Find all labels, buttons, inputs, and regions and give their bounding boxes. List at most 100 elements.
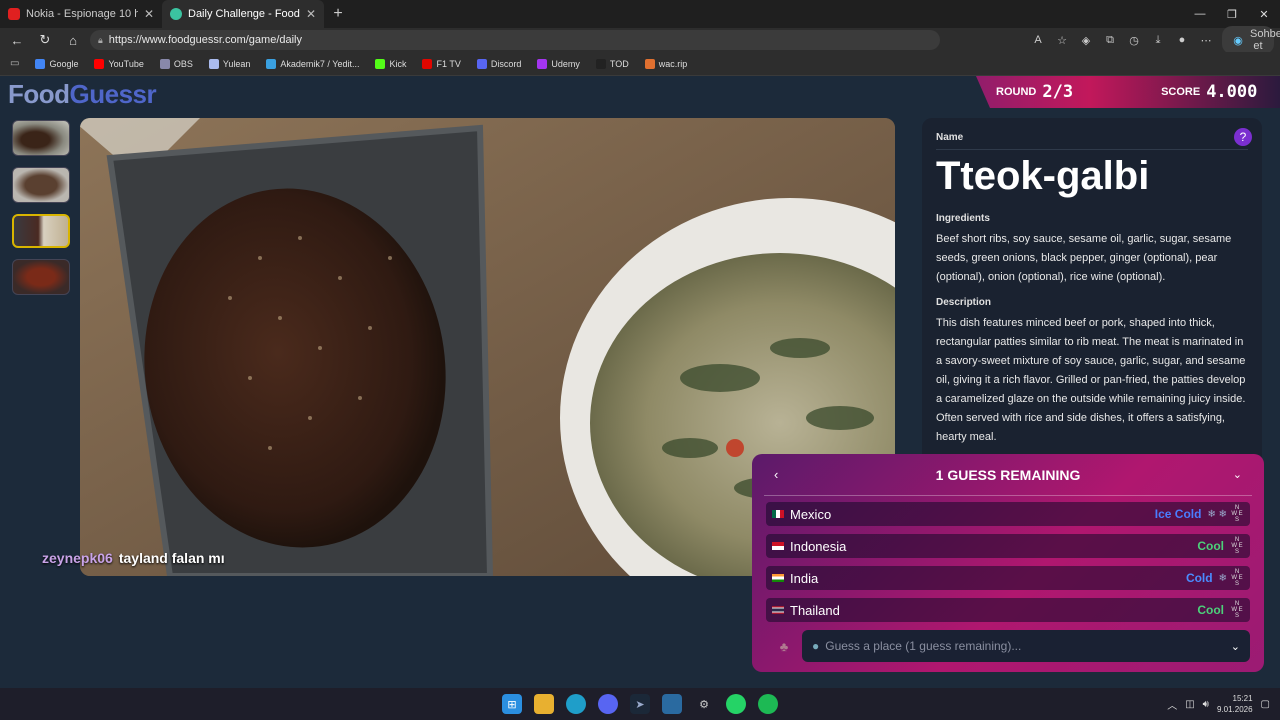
dish-info-panel: ? Name Tteok-galbi Ingredients Beef shor… bbox=[922, 118, 1262, 478]
bookmark-label: OBS bbox=[173, 58, 193, 69]
whatsapp-icon[interactable] bbox=[726, 694, 746, 714]
bookmark-item[interactable]: Kick bbox=[369, 54, 412, 74]
guess-panel: ‹ 1 GUESS REMAINING ⌄ Mexico Ice Cold ❄ … bbox=[752, 454, 1264, 672]
extension-icon[interactable]: ◈ bbox=[1078, 34, 1094, 47]
compass-icon: NW ES bbox=[1231, 569, 1243, 587]
foodguessr-logo[interactable]: FoodGuessr bbox=[8, 79, 157, 110]
profile-avatar[interactable]: ● bbox=[1174, 34, 1190, 46]
url-bar[interactable]: 🔒︎ https://www.foodguessr.com/game/daily bbox=[90, 30, 940, 50]
score-value: 4.000 bbox=[1206, 82, 1258, 102]
settings-icon[interactable]: ⚙ bbox=[694, 694, 714, 714]
name-heading: Name bbox=[936, 132, 964, 143]
restore-icon[interactable]: ❐ bbox=[1216, 0, 1248, 28]
bookmark-label: Kick bbox=[389, 58, 407, 69]
guess-row: India Cold ❄ NW ES bbox=[766, 566, 1250, 590]
bookmark-label: F1 TV bbox=[436, 58, 461, 69]
bookmark-item[interactable]: YouTube bbox=[88, 54, 149, 74]
tab-foodguessr[interactable]: Daily Challenge - FoodGuessr | Food ✕ bbox=[162, 0, 324, 28]
bookmark-item[interactable]: Google bbox=[29, 54, 84, 74]
bookmark-item[interactable]: Discord bbox=[471, 54, 528, 74]
copilot-icon: ◉ bbox=[1233, 34, 1243, 47]
guess-country: Mexico bbox=[790, 506, 832, 522]
guess-country: Indonesia bbox=[790, 538, 847, 554]
chevron-left-icon[interactable]: ‹ bbox=[774, 467, 778, 482]
clock[interactable]: 15:21 9.01.2026 bbox=[1217, 693, 1253, 715]
compass-icon: NW ES bbox=[1231, 601, 1243, 619]
guesses-remaining: 1 GUESS REMAINING bbox=[935, 466, 1081, 483]
edge-icon[interactable] bbox=[566, 694, 586, 714]
thumbnail-3-selected[interactable] bbox=[12, 214, 70, 248]
close-tab-icon[interactable]: ✕ bbox=[144, 7, 154, 21]
bookmark-item[interactable]: wac.rip bbox=[639, 54, 694, 74]
compass-icon: NW ES bbox=[1231, 537, 1243, 555]
minimize-icon[interactable]: — bbox=[1184, 0, 1216, 28]
app-icon[interactable] bbox=[662, 694, 682, 714]
spotify-icon[interactable] bbox=[758, 694, 778, 714]
bookmark-item[interactable]: F1 TV bbox=[416, 54, 466, 74]
more-menu-icon[interactable]: ⋯ bbox=[1198, 34, 1214, 47]
tab-title: Nokia - Espionage 10 hours - YouTube bbox=[26, 8, 138, 20]
volume-icon[interactable]: 🔊︎ bbox=[1203, 699, 1209, 710]
extensions-icon[interactable]: ⧉ bbox=[1102, 34, 1118, 47]
image-thumbnails bbox=[12, 120, 72, 306]
home-icon[interactable]: ⌂ bbox=[62, 33, 84, 48]
guess-list: Mexico Ice Cold ❄ ❄ NW ES Indonesia Cool… bbox=[766, 502, 1250, 622]
bookmarks-bar: ▭ Google YouTube OBS Yulean Akademik7 / Yedi… bbox=[0, 52, 1280, 76]
browser-tab-bar: Nokia - Espionage 10 hours - YouTube ✕ D… bbox=[0, 0, 1280, 28]
close-tab-icon[interactable]: ✕ bbox=[306, 7, 316, 21]
notification-icon[interactable]: ▢ bbox=[1261, 699, 1270, 710]
lock-icon: 🔒︎ bbox=[98, 34, 103, 45]
hint-icon[interactable]: ♣ bbox=[766, 639, 802, 654]
guess-input-placeholder: Guess a place (1 guess remaining)... bbox=[825, 639, 1022, 653]
bookmark-icon bbox=[595, 58, 606, 69]
dropdown-chevron-icon[interactable]: ⌄ bbox=[1231, 640, 1240, 653]
close-window-icon[interactable]: ✕ bbox=[1248, 0, 1280, 28]
start-icon[interactable]: ⊞ bbox=[502, 694, 522, 714]
bookmark-item[interactable]: OBS bbox=[154, 54, 199, 74]
download-icon[interactable]: ⤓ bbox=[1150, 34, 1166, 47]
url-text: https://www.foodguessr.com/game/daily bbox=[108, 34, 303, 46]
new-tab-button[interactable]: + bbox=[324, 5, 352, 23]
windows-taskbar: ⊞ ➤ ⚙ ︿ ◫ 🔊︎ 15:21 9.01.2026 ▢ bbox=[0, 688, 1280, 720]
bookmark-item[interactable]: TOD bbox=[590, 54, 635, 74]
copilot-button[interactable]: ◉ Sohbet et bbox=[1222, 26, 1280, 54]
guess-temperature: Cool bbox=[1197, 603, 1224, 617]
file-explorer-icon[interactable] bbox=[534, 694, 554, 714]
india-flag-icon bbox=[772, 574, 784, 582]
thumbnail-2[interactable] bbox=[12, 167, 70, 203]
thailand-flag-icon bbox=[772, 606, 784, 614]
bookmark-label: wac.rip bbox=[658, 58, 688, 69]
chevron-down-icon[interactable]: ⌄ bbox=[1233, 468, 1242, 481]
network-icon[interactable]: ◫ bbox=[1185, 699, 1194, 710]
bookmark-item[interactable]: Udemy bbox=[531, 54, 586, 74]
clock-date: 9.01.2026 bbox=[1216, 705, 1253, 714]
back-icon[interactable]: ← bbox=[6, 33, 28, 48]
history-icon[interactable]: ◷ bbox=[1126, 34, 1142, 47]
tray-chevron-icon[interactable]: ︿ bbox=[1167, 697, 1177, 712]
refresh-icon[interactable]: ↻ bbox=[34, 32, 56, 48]
clock-time: 15:21 bbox=[1232, 694, 1253, 703]
discord-icon[interactable] bbox=[598, 694, 618, 714]
ingredients-heading: Ingredients bbox=[936, 213, 990, 224]
help-icon[interactable]: ? bbox=[1234, 128, 1252, 146]
logo-part-guessr: Guessr bbox=[69, 79, 157, 109]
bookmark-icon bbox=[266, 58, 277, 69]
thumbnail-4[interactable] bbox=[12, 259, 70, 295]
thumbnail-1[interactable] bbox=[12, 120, 70, 156]
bookmark-label: Google bbox=[49, 58, 79, 69]
guess-panel-header: ‹ 1 GUESS REMAINING ⌄ bbox=[764, 454, 1252, 496]
guess-row: Indonesia Cool NW ES bbox=[766, 534, 1250, 558]
steam-icon[interactable]: ➤ bbox=[630, 694, 650, 714]
bookmark-item[interactable]: Yulean bbox=[203, 54, 257, 74]
guess-place-input[interactable]: ● Guess a place (1 guess remaining)... ⌄ bbox=[802, 630, 1250, 662]
youtube-icon bbox=[8, 8, 20, 20]
bookmarks-toggle-icon[interactable]: ▭ bbox=[10, 58, 19, 69]
chat-username: zeynepk06 bbox=[42, 550, 113, 566]
read-aloud-icon[interactable]: A bbox=[1030, 34, 1046, 46]
address-toolbar: ← ↻ ⌂ 🔒︎ https://www.foodguessr.com/game… bbox=[0, 26, 1280, 54]
tab-youtube[interactable]: Nokia - Espionage 10 hours - YouTube ✕ bbox=[0, 0, 162, 28]
bookmark-item[interactable]: Akademik7 / Yedit... bbox=[260, 54, 365, 74]
favorite-star-icon[interactable]: ☆ bbox=[1054, 34, 1070, 47]
guess-temperature: Ice Cold bbox=[1154, 507, 1202, 521]
guess-row: Thailand Cool NW ES bbox=[766, 598, 1250, 622]
